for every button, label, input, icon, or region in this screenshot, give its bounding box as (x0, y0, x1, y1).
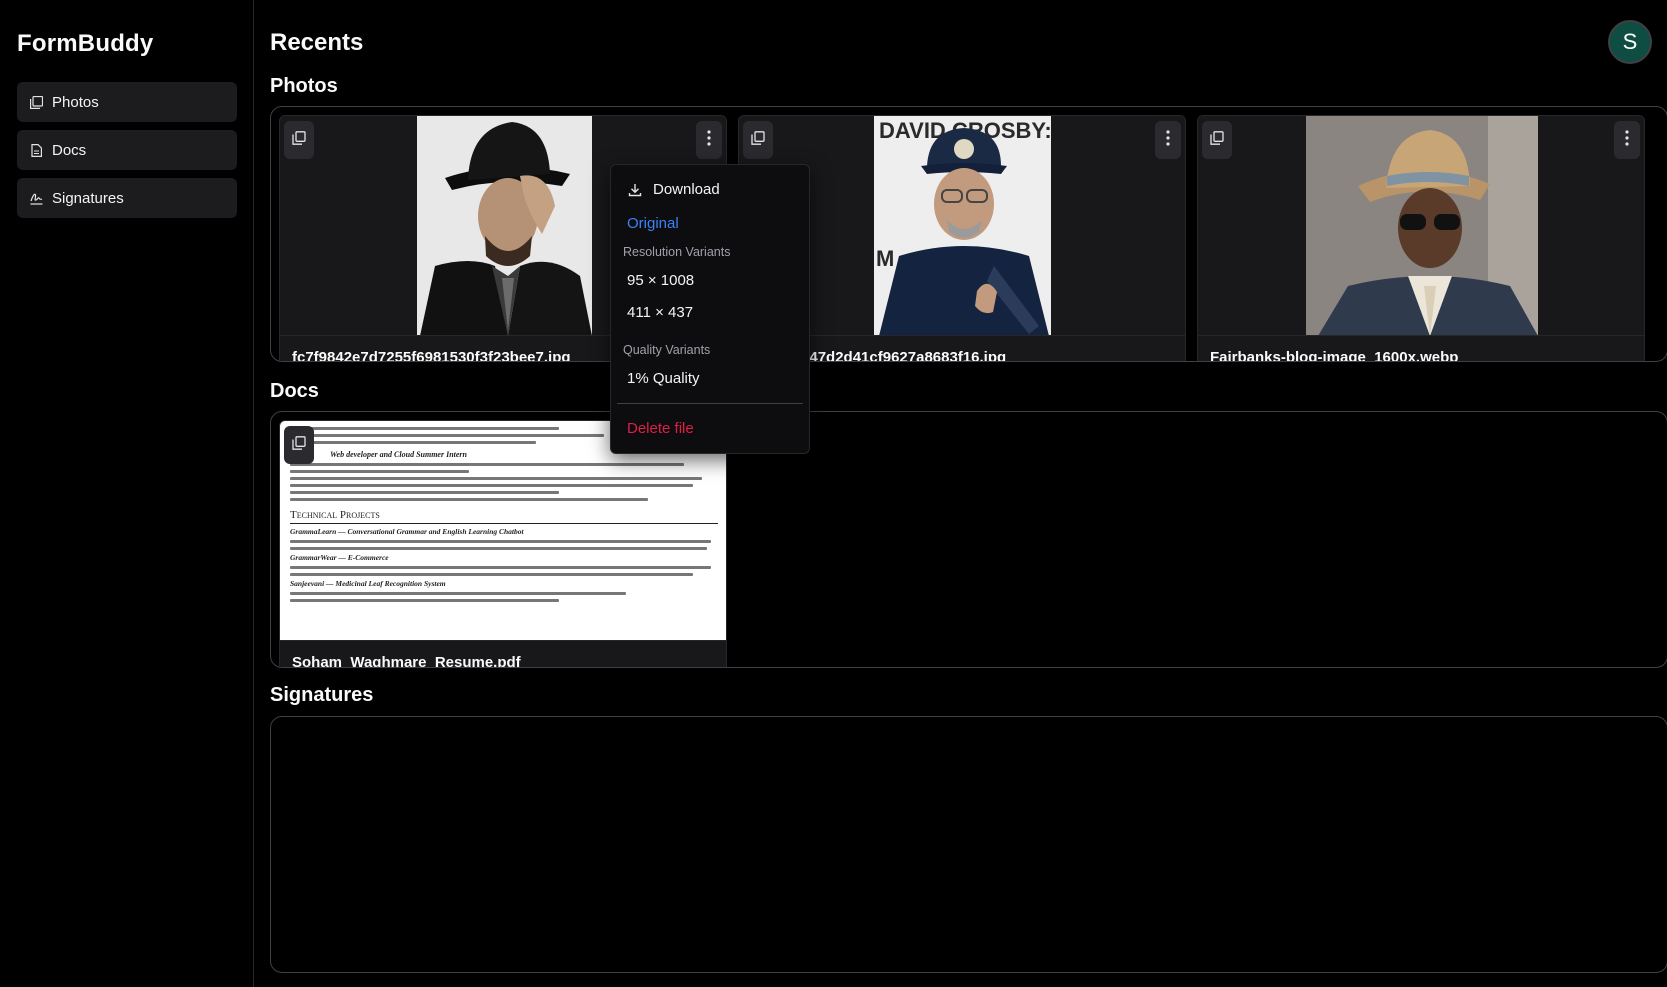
menu-divider (617, 403, 803, 404)
copy-button[interactable] (284, 121, 314, 159)
quality-variants-label: Quality Variants (623, 343, 711, 357)
more-options-button[interactable] (1614, 121, 1640, 159)
file-icon (29, 143, 43, 157)
resolution-variant-item[interactable]: 95 × 1008 (627, 272, 694, 289)
resolution-variants-label: Resolution Variants (623, 245, 731, 259)
photo-thumbnail[interactable] (1198, 116, 1644, 336)
copy-icon (1210, 130, 1224, 150)
signatures-panel (270, 716, 1667, 973)
photos-panel: fc7f9842e7d7255f6981530f3f23bee7.jpg DAV… (270, 106, 1667, 362)
svg-text:M: M (876, 246, 894, 271)
page-title: Recents (270, 29, 364, 56)
more-options-button[interactable] (696, 121, 722, 159)
sidebar-item-label: Docs (52, 141, 87, 159)
sidebar-item-photos[interactable]: Photos (17, 82, 237, 122)
delete-file-menu-item[interactable]: Delete file (627, 420, 694, 437)
photo-filename: Fairbanks-blog-image_1600x.webp (1210, 349, 1459, 362)
copy-button[interactable] (1202, 121, 1232, 159)
section-title-signatures: Signatures (270, 684, 374, 706)
doc-filename: Soham_Waghmare_Resume.pdf (292, 654, 521, 668)
photo-card[interactable]: Fairbanks-blog-image_1600x.webp (1197, 115, 1645, 362)
sidebar-item-signatures[interactable]: Signatures (17, 178, 237, 218)
doc-project: GrammaLearn — Conversational Grammar and… (290, 527, 524, 536)
avatar[interactable]: S (1608, 20, 1652, 64)
docs-panel: Web developer and Cloud Summer Intern Te… (270, 411, 1667, 668)
context-menu: Download Original Resolution Variants 95… (610, 164, 810, 454)
doc-project: Sanjeevani — Medicinal Leaf Recognition … (290, 579, 446, 588)
copy-icon (751, 130, 765, 150)
copy-icon (292, 435, 306, 455)
doc-thumbnail[interactable]: Web developer and Cloud Summer Intern Te… (280, 421, 726, 641)
doc-heading: Technical Projects (290, 509, 718, 524)
section-title-docs: Docs (270, 380, 319, 402)
download-menu-item[interactable]: Download (627, 181, 720, 198)
photo-filename: fc7f9842e7d7255f6981530f3f23bee7.jpg (292, 349, 571, 362)
copy-button[interactable] (284, 426, 314, 464)
app-logo: FormBuddy (17, 30, 154, 57)
sidebar-item-label: Signatures (52, 189, 124, 207)
more-vertical-icon (707, 129, 711, 151)
more-vertical-icon (1166, 129, 1170, 151)
images-icon (29, 95, 43, 109)
quality-variant-item[interactable]: 1% Quality (627, 370, 700, 387)
more-vertical-icon (1625, 129, 1629, 151)
main-content: Recents S Photos fc7f9842e7d7255f6981530… (255, 0, 1667, 987)
download-icon (627, 182, 643, 198)
signature-icon (29, 191, 43, 205)
doc-card[interactable]: Web developer and Cloud Summer Intern Te… (279, 420, 727, 668)
sidebar: FormBuddy Photos Docs Signatures (0, 0, 254, 987)
sidebar-item-docs[interactable]: Docs (17, 130, 237, 170)
copy-button[interactable] (743, 121, 773, 159)
resolution-variant-item[interactable]: 411 × 437 (627, 304, 693, 321)
doc-project: GrammarWear — E-Commerce (290, 553, 389, 562)
copy-icon (292, 130, 306, 150)
sidebar-item-label: Photos (52, 93, 99, 111)
more-options-button[interactable] (1155, 121, 1181, 159)
section-title-photos: Photos (270, 75, 338, 97)
original-menu-item[interactable]: Original (627, 215, 679, 232)
